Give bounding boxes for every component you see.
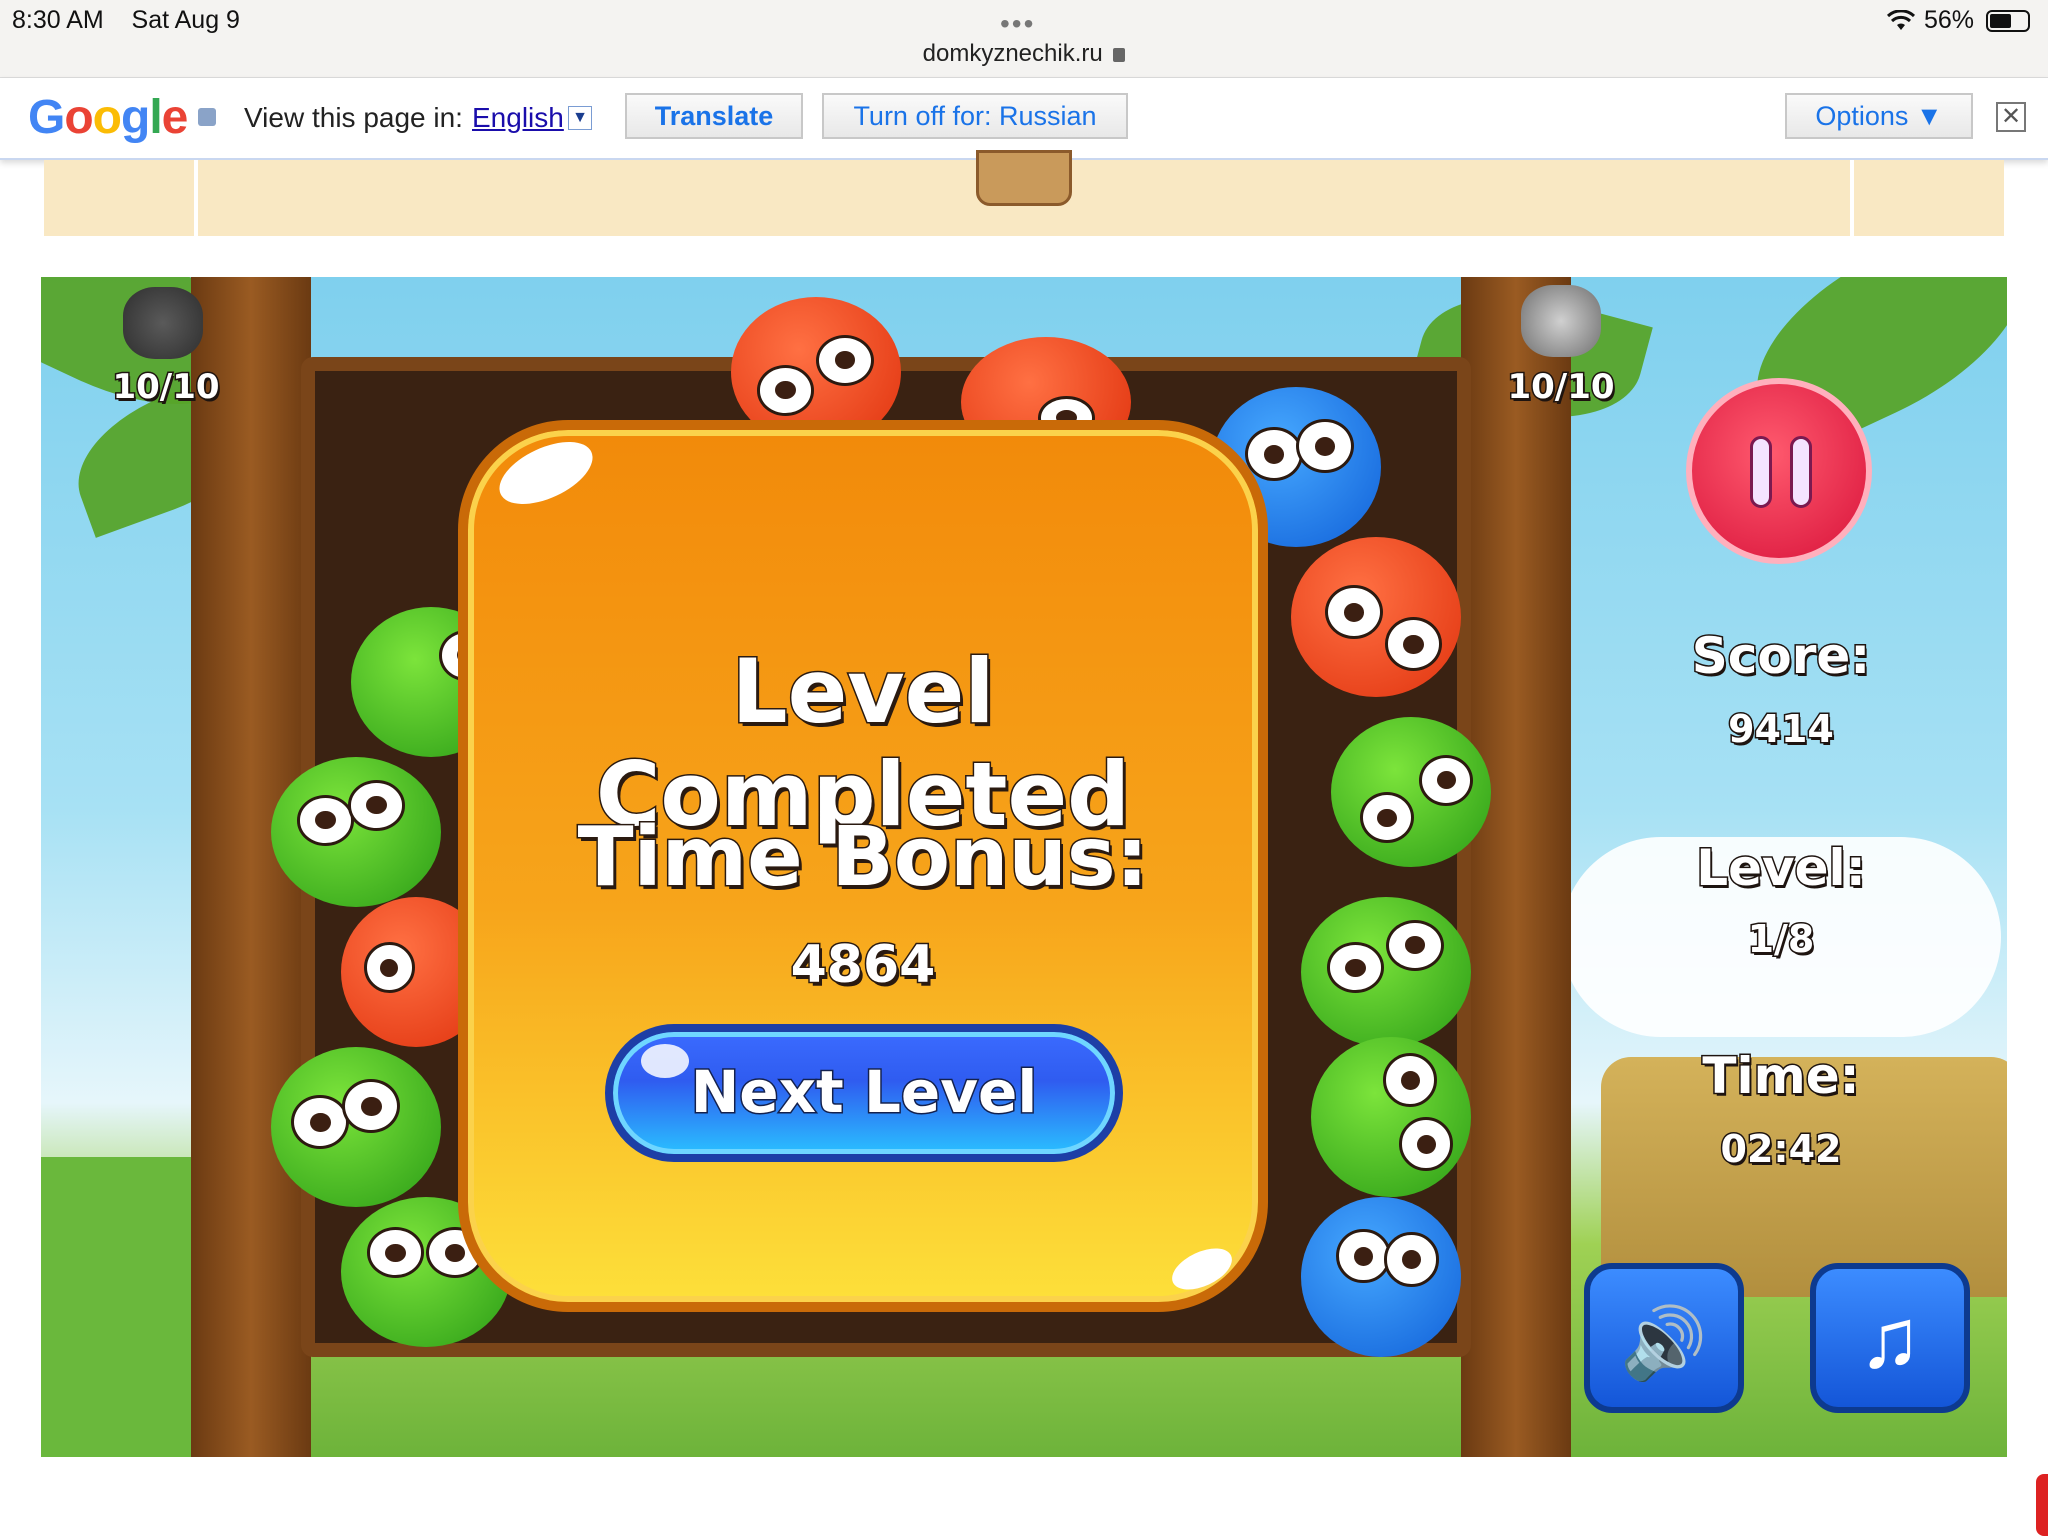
raccoon-avatar-icon	[1521, 285, 1601, 357]
level-value: 1/8	[1746, 916, 1816, 963]
google-logo: Google	[28, 91, 188, 144]
level-label: Level:	[1695, 838, 1867, 899]
status-indicators: 56%	[1886, 6, 2030, 35]
status-bar: 8:30 AM Sat Aug 9 ••• domkyznechik.ru 56…	[0, 0, 2048, 78]
next-level-label: Next Level	[689, 1057, 1039, 1128]
banner-mascot-icon[interactable]	[976, 150, 1072, 206]
speaker-icon: 🔊	[1620, 1304, 1708, 1382]
edge-tab[interactable]	[2036, 1474, 2048, 1536]
score-label: Score:	[1690, 626, 1872, 687]
banner-divider	[194, 160, 198, 236]
battery-icon	[1986, 9, 2030, 32]
translate-bar: Google View this page in: English ▼ Tran…	[0, 78, 2048, 160]
frog-piece[interactable]	[1301, 897, 1471, 1047]
battery-percent: 56%	[1923, 6, 1974, 34]
multitask-dots-icon[interactable]: •••	[1000, 8, 1035, 40]
status-time: 8:30 AM Sat Aug 9	[12, 6, 240, 35]
right-counter: 10/10	[1506, 366, 1616, 409]
score-value: 9414	[1727, 706, 1836, 753]
options-button[interactable]: Options ▼	[1785, 93, 1973, 139]
left-counter: 10/10	[111, 366, 221, 409]
translate-button[interactable]: Translate	[625, 93, 803, 139]
frog-piece[interactable]	[271, 1047, 441, 1207]
time-bonus-value: 4864	[789, 934, 937, 997]
date-text: Sat Aug 9	[131, 6, 240, 34]
clock-text: 8:30 AM	[12, 6, 104, 34]
hippo-avatar-icon	[123, 287, 203, 359]
next-level-button[interactable]: Next Level	[605, 1024, 1123, 1162]
pause-icon	[1790, 436, 1812, 508]
pause-icon	[1750, 436, 1772, 508]
tree-trunk-right	[1461, 277, 1571, 1457]
time-value: 02:42	[1719, 1126, 1843, 1173]
close-icon[interactable]: ✕	[1996, 102, 2026, 132]
time-bonus-label: Time Bonus:	[576, 809, 1150, 907]
panel-shine	[490, 429, 602, 517]
blue-piece[interactable]	[1301, 1197, 1461, 1357]
time-label: Time:	[1701, 1046, 1861, 1107]
pause-button[interactable]	[1686, 378, 1872, 564]
banner-divider	[1850, 160, 1854, 236]
wifi-icon	[1886, 9, 1915, 30]
music-button[interactable]: ♫	[1810, 1263, 1970, 1413]
frog-piece[interactable]	[1311, 1037, 1471, 1197]
sound-button[interactable]: 🔊	[1584, 1263, 1744, 1413]
chevron-down-icon[interactable]: ▼	[568, 106, 592, 130]
secure-lock-icon	[1113, 48, 1126, 62]
music-note-icon: ♫	[1858, 1291, 1922, 1385]
turn-off-button[interactable]: Turn off for: Russian	[822, 93, 1128, 139]
translate-prompt: View this page in:	[244, 102, 463, 133]
frog-piece[interactable]	[1331, 717, 1491, 867]
address-bar[interactable]: domkyznechik.ru	[0, 40, 2048, 68]
lock-icon	[198, 108, 216, 126]
language-select[interactable]: English	[472, 102, 564, 134]
fox-piece[interactable]	[1291, 537, 1461, 697]
frog-piece[interactable]	[271, 757, 441, 907]
url-text: domkyznechik.ru	[922, 40, 1103, 67]
